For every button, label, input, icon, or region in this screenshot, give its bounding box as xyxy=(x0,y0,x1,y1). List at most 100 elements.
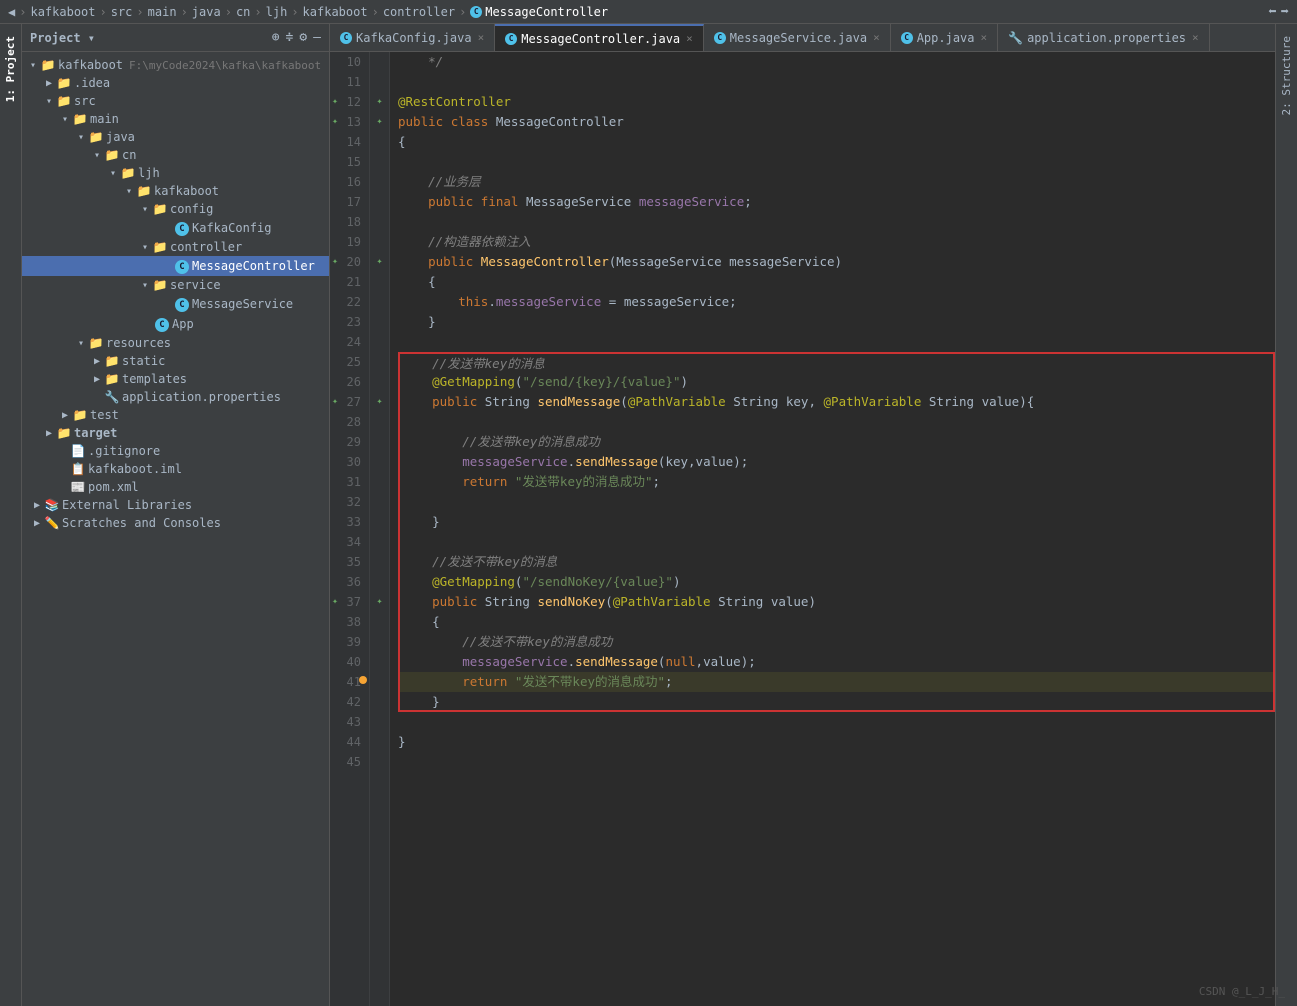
tree-target[interactable]: ▶ 📁 target xyxy=(22,424,329,442)
project-panel-title: Project ▾ xyxy=(30,31,95,45)
tree-kafkaconfig[interactable]: C KafkaConfig xyxy=(22,218,329,238)
breadcrumb-src[interactable]: src xyxy=(111,5,133,19)
breadcrumb-controller[interactable]: controller xyxy=(383,5,455,19)
tree-service[interactable]: ▾ 📁 service xyxy=(22,276,329,294)
tab-app[interactable]: C App.java × xyxy=(891,24,998,51)
root-path: F:\myCode2024\kafka\kafkaboot xyxy=(129,59,321,72)
properties-icon-app: 🔧 xyxy=(104,390,120,404)
breadcrumb-ljh[interactable]: ljh xyxy=(266,5,288,19)
tree-label-test: test xyxy=(90,408,119,422)
gutter-29 xyxy=(370,432,389,452)
gutter-17 xyxy=(370,192,389,212)
code-line-45 xyxy=(398,752,1275,772)
tab-applicationproperties[interactable]: 🔧 application.properties × xyxy=(998,24,1210,51)
code-line-21: { xyxy=(398,272,1275,292)
code-editor[interactable]: 10 11 12 13 14 15 16 17 18 19 20 21 22 2… xyxy=(330,52,1275,1006)
tree-ljh[interactable]: ▾ 📁 ljh xyxy=(22,164,329,182)
breadcrumb-kafkaboot2[interactable]: kafkaboot xyxy=(303,5,368,19)
settings-icon[interactable]: ⚙ xyxy=(299,30,307,45)
gutter-24 xyxy=(370,332,389,352)
nav-forward-arrow[interactable]: ➡ xyxy=(1281,4,1289,20)
tab-close-kafkaconfig[interactable]: × xyxy=(478,31,485,44)
code-line-16: //业务层 xyxy=(398,172,1275,192)
sync-icon[interactable]: ⊕ xyxy=(272,30,280,45)
tab-close-props[interactable]: × xyxy=(1192,31,1199,44)
tree-config[interactable]: ▾ 📁 config xyxy=(22,200,329,218)
breadcrumb-kafkaboot[interactable]: kafkaboot xyxy=(30,5,95,19)
tab-close-app[interactable]: × xyxy=(981,31,988,44)
breadcrumb-java[interactable]: java xyxy=(192,5,221,19)
tab-messageservice[interactable]: C MessageService.java × xyxy=(704,24,891,51)
breadcrumb-nav-back[interactable]: ◀ xyxy=(8,5,15,19)
tree-iml[interactable]: 📋 kafkaboot.iml xyxy=(22,460,329,478)
folder-icon-ljh: 📁 xyxy=(120,166,136,180)
tree-gitignore[interactable]: 📄 .gitignore xyxy=(22,442,329,460)
code-line-15 xyxy=(398,152,1275,172)
tab-messagecontroller[interactable]: C MessageController.java × xyxy=(495,24,704,51)
tree-arrow-static: ▶ xyxy=(90,356,104,367)
tree-messageservice[interactable]: C MessageService xyxy=(22,294,329,314)
tree-arrow-resources: ▾ xyxy=(74,338,88,349)
folder-icon-test: 📁 xyxy=(72,408,88,422)
breadcrumb-main[interactable]: main xyxy=(148,5,177,19)
line-15: 15 xyxy=(330,152,369,172)
tree-java[interactable]: ▾ 📁 java xyxy=(22,128,329,146)
line-11: 11 xyxy=(330,72,369,92)
code-line-31: return "发送带key的消息成功"; xyxy=(398,472,1275,492)
tree-kafkaboot-inner[interactable]: ▾ 📁 kafkaboot xyxy=(22,182,329,200)
tree-label-java: java xyxy=(106,130,135,144)
tree-main[interactable]: ▾ 📁 main xyxy=(22,110,329,128)
tree-arrow-target: ▶ xyxy=(42,428,56,439)
code-line-41: return "发送不带key的消息成功"; xyxy=(398,672,1275,692)
tab-kafkaconfig[interactable]: C KafkaConfig.java × xyxy=(330,24,495,51)
tree-controller[interactable]: ▾ 📁 controller xyxy=(22,238,329,256)
tree-idea[interactable]: ▶ 📁 .idea xyxy=(22,74,329,92)
tree-resources[interactable]: ▾ 📁 resources xyxy=(22,334,329,352)
tab-icon-messagecontroller: C xyxy=(505,33,517,45)
line-40: 40 xyxy=(330,652,369,672)
code-content[interactable]: */ @RestController public class MessageC… xyxy=(390,52,1275,1006)
tree-test[interactable]: ▶ 📁 test xyxy=(22,406,329,424)
code-line-22: this.messageService = messageService; xyxy=(398,292,1275,312)
tree-label-pom: pom.xml xyxy=(88,480,139,494)
line-38: 38 xyxy=(330,612,369,632)
tree-root-kafkaboot[interactable]: ▾ 📁 kafkaboot F:\myCode2024\kafka\kafkab… xyxy=(22,56,329,74)
tree-external-libraries[interactable]: ▶ 📚 External Libraries xyxy=(22,496,329,514)
gutter-28 xyxy=(370,412,389,432)
breadcrumb-cn[interactable]: cn xyxy=(236,5,250,19)
tree-app[interactable]: C App xyxy=(22,314,329,334)
tree-application-properties[interactable]: 🔧 application.properties xyxy=(22,388,329,406)
gutter-12: ✦ xyxy=(370,92,389,112)
tab-label-messagecontroller: MessageController.java xyxy=(521,32,680,46)
tab-close-messageservice[interactable]: × xyxy=(873,31,880,44)
side-panel-1-label[interactable]: 1: Project xyxy=(2,32,19,106)
folder-icon-java: 📁 xyxy=(88,130,104,144)
tab-label-applicationproperties: application.properties xyxy=(1027,31,1186,45)
gutter-42 xyxy=(370,692,389,712)
line-12: 12 xyxy=(330,92,369,112)
side-panel-2-label[interactable]: 2: Structure xyxy=(1278,32,1295,119)
tree-label-messageservice: MessageService xyxy=(192,297,293,311)
tree-static[interactable]: ▶ 📁 static xyxy=(22,352,329,370)
collapse-icon[interactable]: ≑ xyxy=(286,30,294,45)
tab-close-messagecontroller[interactable]: × xyxy=(686,32,693,45)
tree-src[interactable]: ▾ 📁 src xyxy=(22,92,329,110)
tree-label-messagecontroller: MessageController xyxy=(192,259,315,273)
tree-messagecontroller[interactable]: C MessageController xyxy=(22,256,329,276)
folder-icon-service: 📁 xyxy=(152,278,168,292)
tree-scratches[interactable]: ▶ ✏️ Scratches and Consoles xyxy=(22,514,329,532)
tree-cn[interactable]: ▾ 📁 cn xyxy=(22,146,329,164)
code-line-11 xyxy=(398,72,1275,92)
nav-back-arrow[interactable]: ⬅ xyxy=(1268,4,1276,20)
breadcrumb-current-file: MessageController xyxy=(485,5,608,19)
tree-label-ljh: ljh xyxy=(138,166,160,180)
line-33: 33 xyxy=(330,512,369,532)
xml-icon-pom: 📰 xyxy=(70,480,86,494)
code-line-39: //发送不带key的消息成功 xyxy=(398,632,1275,652)
gutter-41 xyxy=(370,672,389,692)
project-tree: ▾ 📁 kafkaboot F:\myCode2024\kafka\kafkab… xyxy=(22,52,329,1006)
tree-pom[interactable]: 📰 pom.xml xyxy=(22,478,329,496)
minimize-icon[interactable]: — xyxy=(313,30,321,45)
tree-templates[interactable]: ▶ 📁 templates xyxy=(22,370,329,388)
breadcrumb-bar: ◀ › kafkaboot › src › main › java › cn ›… xyxy=(0,0,1297,24)
